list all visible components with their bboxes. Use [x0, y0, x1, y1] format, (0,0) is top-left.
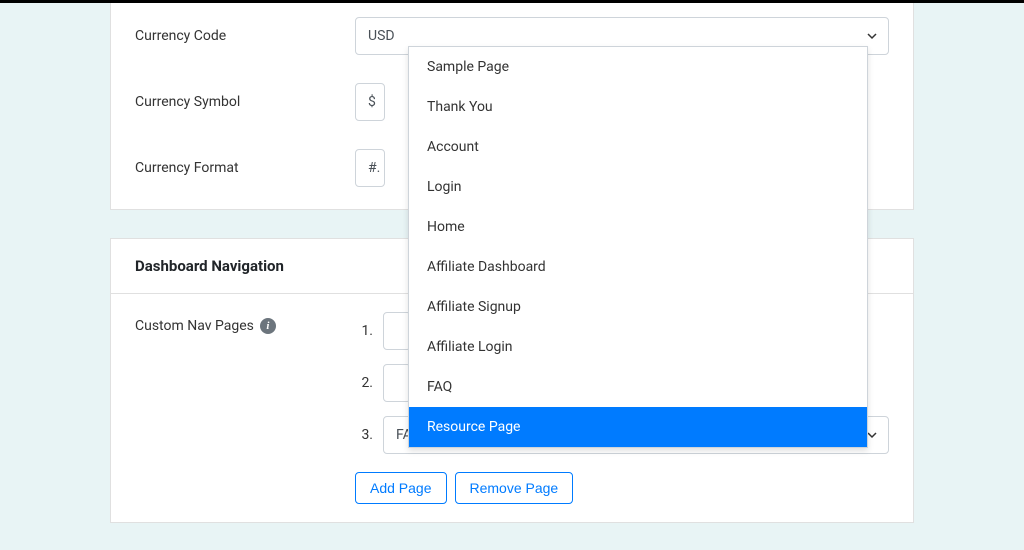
dropdown-item[interactable]: Account: [409, 127, 867, 167]
currency-symbol-value: $: [368, 94, 376, 110]
currency-format-select[interactable]: #.: [355, 149, 385, 187]
custom-nav-pages-label: Custom Nav Pages i: [135, 312, 355, 334]
currency-symbol-select[interactable]: $: [355, 83, 385, 121]
nav-page-1-select[interactable]: [383, 312, 411, 350]
dropdown-item[interactable]: Affiliate Login: [409, 327, 867, 367]
dropdown-item[interactable]: Resource Page: [409, 407, 867, 447]
dropdown-item[interactable]: FAQ: [409, 367, 867, 407]
currency-format-label: Currency Format: [135, 160, 355, 176]
currency-symbol-label: Currency Symbol: [135, 94, 355, 110]
dropdown-item[interactable]: Affiliate Dashboard: [409, 247, 867, 287]
chevron-down-icon: [866, 30, 878, 42]
currency-format-value: #.: [368, 160, 380, 176]
page-dropdown-menu[interactable]: Sample PageThank YouAccountLoginHomeAffi…: [408, 46, 868, 448]
dropdown-item[interactable]: Thank You: [409, 87, 867, 127]
currency-code-label: Currency Code: [135, 28, 355, 44]
nav-page-number: 1.: [355, 323, 373, 339]
currency-code-value: USD: [368, 28, 395, 44]
dropdown-item[interactable]: Login: [409, 167, 867, 207]
dropdown-item[interactable]: Affiliate Signup: [409, 287, 867, 327]
nav-page-number: 3.: [355, 427, 373, 443]
remove-page-button[interactable]: Remove Page: [455, 472, 574, 504]
nav-page-buttons: Add Page Remove Page: [331, 472, 913, 522]
dropdown-item[interactable]: Home: [409, 207, 867, 247]
nav-page-2-select[interactable]: [383, 364, 411, 402]
nav-page-number: 2.: [355, 375, 373, 391]
info-icon[interactable]: i: [260, 318, 276, 334]
add-page-button[interactable]: Add Page: [355, 472, 447, 504]
dropdown-item[interactable]: Sample Page: [409, 47, 867, 87]
